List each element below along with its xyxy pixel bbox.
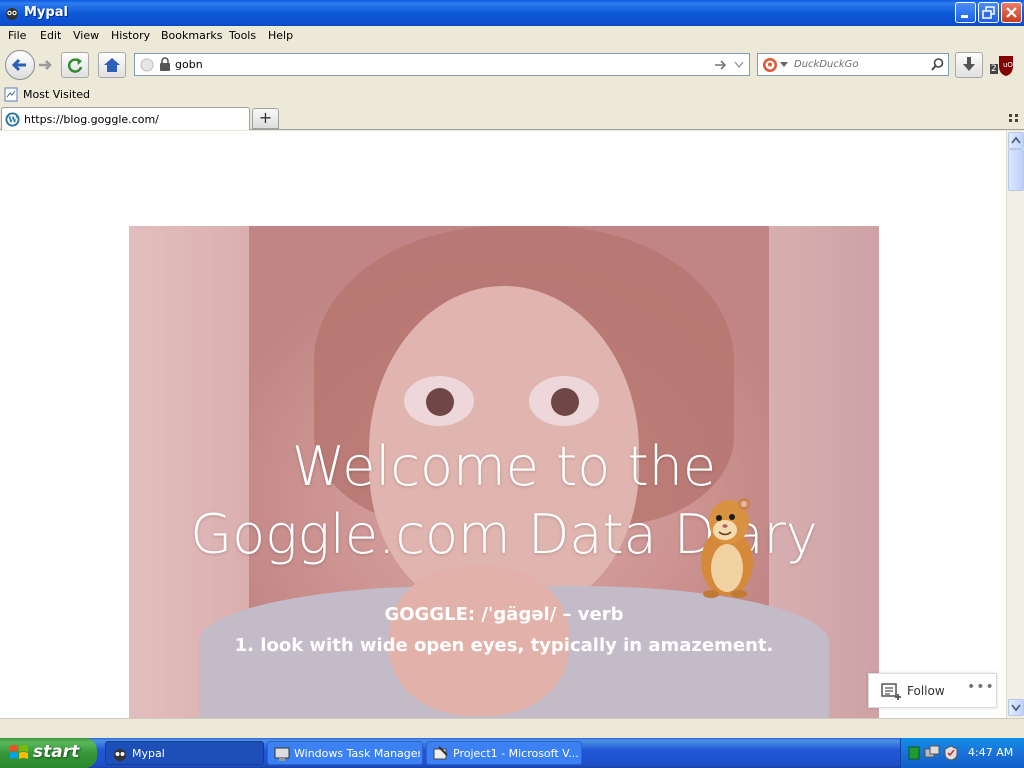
scroll-up-button[interactable] [1008,132,1024,149]
follow-button[interactable]: Follow [907,684,945,698]
taskbar-item-mypal[interactable]: Mypal [105,741,264,765]
bookmark-page-icon [4,87,18,102]
page-title-line1: Welcome to the [291,435,717,498]
menu-bookmarks[interactable]: Bookmarks [161,29,222,42]
taskbar: start Mypal Windows Task Manager Project… [0,738,1024,768]
clock: 4:47 AM [968,746,1014,759]
definition-heading: GOGGLE: /ˈgägəl/ – verb [384,604,624,625]
start-button[interactable]: start [0,738,97,768]
page-content [0,131,1006,718]
title-bar: Mypal [0,0,1024,26]
tray-network-icon[interactable] [924,745,940,761]
close-icon [1006,7,1017,18]
search-input[interactable]: DuckDuckGo [794,59,859,70]
maximize-button[interactable] [978,2,999,23]
tab-list-icon[interactable] [1008,113,1020,123]
hamster-mascot-image [701,498,753,598]
chevron-up-icon [1011,136,1021,144]
search-bar[interactable]: DuckDuckGo [757,53,949,76]
tab-strip: W https://blog.goggle.com/ + [0,105,1024,130]
address-bar[interactable]: gobn [134,53,750,76]
minimize-button[interactable] [955,2,976,23]
go-arrow-icon[interactable] [713,58,727,72]
reload-icon [67,58,83,73]
menu-view[interactable]: View [73,29,99,42]
site-identity-icon [140,58,154,72]
taskbar-item-label: Windows Task Manager [294,747,420,760]
taskbar-item-label: Mypal [132,747,165,760]
menu-tools[interactable]: Tools [229,29,256,42]
menu-edit[interactable]: Edit [40,29,61,42]
search-engine-dropdown-icon[interactable] [780,62,788,68]
window-title: Mypal [24,5,68,20]
back-arrow-icon [11,58,26,72]
wordpress-icon: W [5,112,20,127]
bookmarks-toolbar: Most Visited [0,84,1024,105]
taskbar-item-task-manager[interactable]: Windows Task Manager [267,741,423,765]
close-button[interactable] [1001,2,1022,23]
mypal-taskbar-icon [114,749,126,761]
dropdown-arrow-icon[interactable] [733,59,745,71]
url-text[interactable]: gobn [175,58,203,71]
menu-bar: File Edit View History Bookmarks Tools H… [0,26,1024,46]
plus-icon: + [258,108,273,127]
lock-icon [160,57,170,71]
vertical-scrollbar[interactable] [1006,131,1024,718]
reader-follow-icon [881,683,901,700]
definition-text: 1. look with wide open eyes, typically i… [234,635,774,656]
more-options-button[interactable]: ••• [967,679,995,695]
ublock-badge: 2 [990,64,998,74]
downloads-button[interactable] [955,52,983,78]
tray-monitor-icon[interactable] [908,746,920,760]
task-manager-icon [274,747,290,761]
search-icon[interactable] [930,57,945,72]
page-title: Welcome to the Goggle.com Data Diary [129,433,879,569]
status-bar [0,718,1024,738]
tray-security-icon[interactable] [943,745,959,761]
duckduckgo-icon[interactable] [762,57,778,73]
navigation-toolbar: gobn DuckDuckGo uO 2 [0,46,1024,84]
ublock-button[interactable]: uO 2 [989,54,1019,78]
chevron-down-icon [1011,704,1021,712]
reload-button[interactable] [61,52,89,78]
mypal-app-icon [6,8,18,20]
new-tab-button[interactable]: + [252,108,279,129]
menu-history[interactable]: History [111,29,150,42]
start-label: start [33,742,80,762]
follow-widget[interactable]: Follow ••• [868,673,997,708]
svg-text:uO: uO [1003,61,1013,69]
forward-button[interactable] [35,54,57,76]
svg-text:W: W [7,115,18,125]
menu-file[interactable]: File [8,29,26,42]
taskbar-item-label: Project1 - Microsoft V... [453,747,579,760]
tab-title: https://blog.goggle.com/ [24,113,159,126]
system-tray: 4:47 AM [900,738,1024,768]
back-button[interactable] [5,50,35,80]
forward-arrow-icon [39,60,52,70]
restore-icon [982,6,995,19]
windows-logo-icon [10,745,28,759]
tab-blog-goggle[interactable]: W https://blog.goggle.com/ [1,107,250,130]
home-icon [104,58,120,72]
home-button[interactable] [98,52,126,78]
scroll-down-button[interactable] [1008,699,1024,716]
minimize-icon [961,15,968,18]
menu-help[interactable]: Help [268,29,293,42]
taskbar-item-project1[interactable]: Project1 - Microsoft V... [426,741,582,765]
download-icon [963,57,975,71]
visual-basic-icon [433,746,448,760]
scrollbar-thumb[interactable] [1008,149,1024,191]
page-title-line2: Goggle.com Data Diary [190,503,818,566]
most-visited-bookmark[interactable]: Most Visited [23,88,90,101]
